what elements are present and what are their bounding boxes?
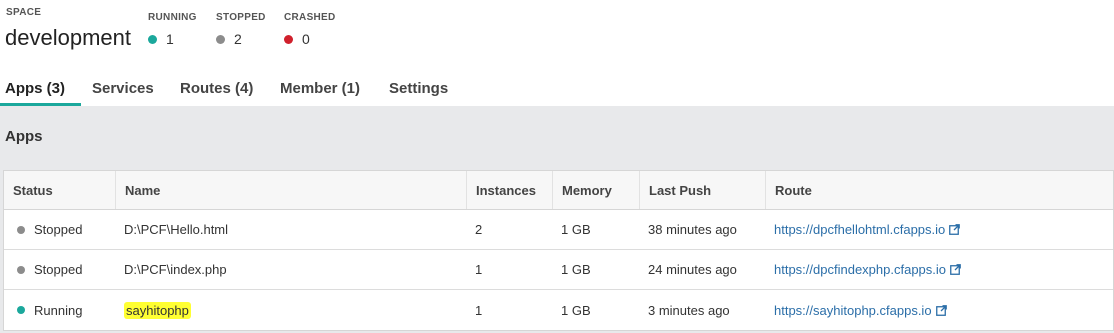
stopped-dot-icon	[216, 34, 225, 44]
table-row[interactable]: Stopped D:\PCF\index.php 1 1 GB 24 minut…	[4, 250, 1113, 290]
stopped-count: 2	[234, 31, 242, 47]
row-memory: 1 GB	[561, 262, 591, 277]
route-link[interactable]: https://dpcfhellohtml.cfapps.io	[774, 222, 945, 237]
running-count: 1	[166, 31, 174, 47]
header-instances[interactable]: Instances	[466, 171, 552, 209]
table-row[interactable]: Stopped D:\PCF\Hello.html 2 1 GB 38 minu…	[4, 210, 1113, 250]
app-name-link[interactable]: D:\PCF\index.php	[124, 262, 227, 277]
running-stat: RUNNING 1	[148, 12, 197, 47]
running-dot-icon	[148, 34, 157, 44]
stopped-label: STOPPED	[216, 12, 266, 23]
row-instances: 1	[475, 262, 483, 277]
tab-services[interactable]: Services	[92, 72, 154, 106]
status-dot-icon	[17, 265, 25, 274]
external-link-icon[interactable]	[949, 224, 961, 235]
status-dot-icon	[17, 225, 25, 234]
route-link[interactable]: https://dpcfindexphp.cfapps.io	[774, 262, 946, 277]
row-status: Stopped	[34, 222, 83, 237]
row-instances: 2	[475, 222, 483, 237]
header-last-push[interactable]: Last Push	[639, 171, 765, 209]
row-status: Running	[34, 302, 83, 318]
apps-panel: Apps Status Name Instances Memory Last P…	[0, 106, 1114, 333]
tab-member[interactable]: Member (1)	[280, 72, 360, 106]
row-memory: 1 GB	[561, 302, 591, 318]
crashed-label: CRASHED	[284, 12, 336, 23]
crashed-count: 0	[302, 31, 310, 47]
row-last-push: 24 minutes ago	[648, 262, 737, 277]
app-name-link[interactable]: sayhitophp	[124, 301, 191, 319]
external-link-icon[interactable]	[950, 264, 961, 275]
table-row[interactable]: Running sayhitophp 1 1 GB 3 minutes ago …	[4, 290, 1113, 330]
header-memory[interactable]: Memory	[552, 171, 639, 209]
crashed-dot-icon	[284, 34, 293, 44]
route-link[interactable]: https://sayhitophp.cfapps.io	[774, 303, 932, 318]
header-route[interactable]: Route	[765, 171, 1114, 209]
external-link-icon[interactable]	[935, 304, 947, 316]
space-label: SPACE	[6, 7, 42, 18]
status-dot-icon	[17, 306, 25, 314]
crashed-stat: CRASHED 0	[284, 12, 336, 47]
header-name[interactable]: Name	[115, 171, 466, 209]
row-instances: 1	[475, 302, 483, 318]
space-name: development	[5, 25, 131, 50]
row-last-push: 3 minutes ago	[648, 302, 730, 318]
stopped-stat: STOPPED 2	[216, 12, 266, 47]
running-label: RUNNING	[148, 12, 197, 23]
apps-table: Status Name Instances Memory Last Push R…	[3, 170, 1114, 331]
tab-apps[interactable]: Apps (3)	[0, 72, 81, 106]
row-last-push: 38 minutes ago	[648, 222, 737, 237]
row-status: Stopped	[34, 262, 83, 277]
tab-settings[interactable]: Settings	[389, 72, 448, 106]
tab-routes[interactable]: Routes (4)	[180, 72, 253, 106]
tab-bar: Apps (3) Services Routes (4) Member (1) …	[0, 72, 1114, 108]
header-status[interactable]: Status	[4, 171, 115, 209]
app-name-link[interactable]: D:\PCF\Hello.html	[124, 222, 228, 237]
panel-title: Apps	[5, 128, 43, 145]
table-header-row: Status Name Instances Memory Last Push R…	[4, 171, 1113, 210]
row-memory: 1 GB	[561, 222, 591, 237]
